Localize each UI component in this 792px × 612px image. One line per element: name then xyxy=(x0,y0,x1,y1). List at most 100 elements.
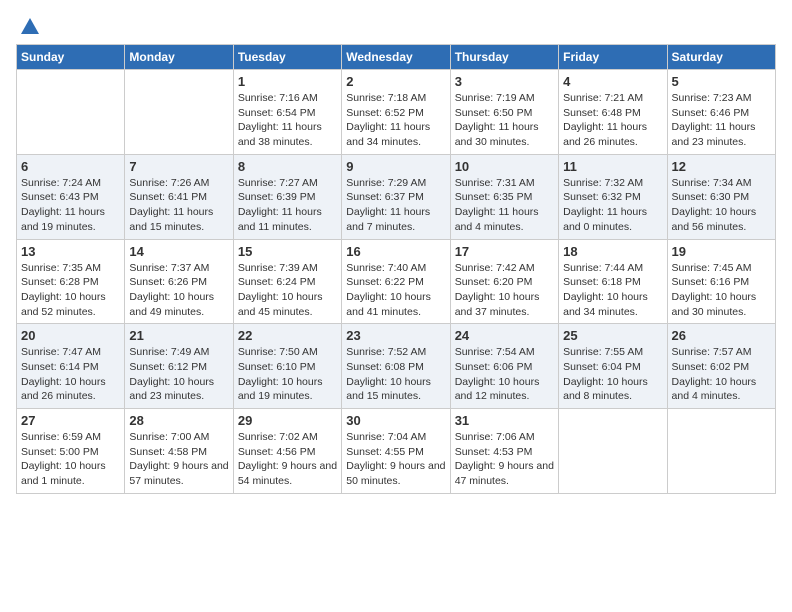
calendar-cell: 1 Sunrise: 7:16 AMSunset: 6:54 PMDaylight… xyxy=(233,70,341,155)
day-number: 28 xyxy=(129,413,228,428)
calendar-cell: 27 Sunrise: 6:59 AMSunset: 5:00 PMDayligh… xyxy=(17,409,125,494)
day-info: Sunrise: 7:27 AMSunset: 6:39 PMDaylight:… xyxy=(238,176,337,235)
day-info: Sunrise: 7:18 AMSunset: 6:52 PMDaylight:… xyxy=(346,91,445,150)
day-info: Sunrise: 7:52 AMSunset: 6:08 PMDaylight:… xyxy=(346,345,445,404)
day-number: 4 xyxy=(563,74,662,89)
day-number: 6 xyxy=(21,159,120,174)
day-info: Sunrise: 7:42 AMSunset: 6:20 PMDaylight:… xyxy=(455,261,554,320)
day-number: 27 xyxy=(21,413,120,428)
calendar-cell: 26 Sunrise: 7:57 AMSunset: 6:02 PMDayligh… xyxy=(667,324,775,409)
day-number: 15 xyxy=(238,244,337,259)
day-info: Sunrise: 7:47 AMSunset: 6:14 PMDaylight:… xyxy=(21,345,120,404)
calendar-cell: 20 Sunrise: 7:47 AMSunset: 6:14 PMDayligh… xyxy=(17,324,125,409)
day-info: Sunrise: 7:39 AMSunset: 6:24 PMDaylight:… xyxy=(238,261,337,320)
calendar-cell xyxy=(667,409,775,494)
day-info: Sunrise: 7:54 AMSunset: 6:06 PMDaylight:… xyxy=(455,345,554,404)
day-info: Sunrise: 7:55 AMSunset: 6:04 PMDaylight:… xyxy=(563,345,662,404)
calendar-cell xyxy=(125,70,233,155)
calendar-cell: 18Sunrise: 7:44 AMSunset: 6:18 PMDayligh… xyxy=(559,239,667,324)
weekday-header: Sunday xyxy=(17,45,125,70)
weekday-header: Friday xyxy=(559,45,667,70)
day-number: 8 xyxy=(238,159,337,174)
day-info: Sunrise: 7:06 AMSunset: 4:53 PMDaylight:… xyxy=(455,430,554,489)
day-number: 17 xyxy=(455,244,554,259)
weekday-header: Monday xyxy=(125,45,233,70)
calendar-cell: 29 Sunrise: 7:02 AMSunset: 4:56 PMDayligh… xyxy=(233,409,341,494)
calendar-header-row: SundayMondayTuesdayWednesdayThursdayFrid… xyxy=(17,45,776,70)
calendar-cell: 28 Sunrise: 7:00 AMSunset: 4:58 PMDayligh… xyxy=(125,409,233,494)
day-number: 25 xyxy=(563,328,662,343)
calendar-week-row: 27 Sunrise: 6:59 AMSunset: 5:00 PMDayligh… xyxy=(17,409,776,494)
day-info: Sunrise: 7:26 AMSunset: 6:41 PMDaylight:… xyxy=(129,176,228,235)
calendar-cell: 24 Sunrise: 7:54 AMSunset: 6:06 PMDayligh… xyxy=(450,324,558,409)
day-number: 24 xyxy=(455,328,554,343)
day-number: 12 xyxy=(672,159,771,174)
calendar-cell: 8 Sunrise: 7:27 AMSunset: 6:39 PMDaylight… xyxy=(233,154,341,239)
logo xyxy=(16,16,42,34)
calendar-cell: 5 Sunrise: 7:23 AMSunset: 6:46 PMDaylight… xyxy=(667,70,775,155)
day-info: Sunrise: 7:34 AMSunset: 6:30 PMDaylight:… xyxy=(672,176,771,235)
day-info: Sunrise: 7:32 AMSunset: 6:32 PMDaylight:… xyxy=(563,176,662,235)
calendar-cell: 21 Sunrise: 7:49 AMSunset: 6:12 PMDayligh… xyxy=(125,324,233,409)
day-info: Sunrise: 7:45 AMSunset: 6:16 PMDaylight:… xyxy=(672,261,771,320)
calendar-cell: 30 Sunrise: 7:04 AMSunset: 4:55 PMDayligh… xyxy=(342,409,450,494)
logo-icon xyxy=(19,16,41,38)
calendar-cell: 6Sunrise: 7:24 AMSunset: 6:43 PMDaylight… xyxy=(17,154,125,239)
day-number: 2 xyxy=(346,74,445,89)
calendar-week-row: 13 Sunrise: 7:35 AMSunset: 6:28 PMDayligh… xyxy=(17,239,776,324)
calendar-cell: 15 Sunrise: 7:39 AMSunset: 6:24 PMDayligh… xyxy=(233,239,341,324)
day-number: 3 xyxy=(455,74,554,89)
calendar-cell: 23 Sunrise: 7:52 AMSunset: 6:08 PMDayligh… xyxy=(342,324,450,409)
day-number: 11 xyxy=(563,159,662,174)
calendar-cell xyxy=(17,70,125,155)
day-info: Sunrise: 7:35 AMSunset: 6:28 PMDaylight:… xyxy=(21,261,120,320)
calendar-week-row: 6Sunrise: 7:24 AMSunset: 6:43 PMDaylight… xyxy=(17,154,776,239)
day-info: Sunrise: 7:19 AMSunset: 6:50 PMDaylight:… xyxy=(455,91,554,150)
day-info: Sunrise: 7:23 AMSunset: 6:46 PMDaylight:… xyxy=(672,91,771,150)
calendar-cell: 4Sunrise: 7:21 AMSunset: 6:48 PMDaylight… xyxy=(559,70,667,155)
calendar-cell: 11 Sunrise: 7:32 AMSunset: 6:32 PMDayligh… xyxy=(559,154,667,239)
day-number: 19 xyxy=(672,244,771,259)
day-info: Sunrise: 7:04 AMSunset: 4:55 PMDaylight:… xyxy=(346,430,445,489)
day-info: Sunrise: 7:02 AMSunset: 4:56 PMDaylight:… xyxy=(238,430,337,489)
calendar-cell: 16Sunrise: 7:40 AMSunset: 6:22 PMDayligh… xyxy=(342,239,450,324)
day-number: 5 xyxy=(672,74,771,89)
weekday-header: Thursday xyxy=(450,45,558,70)
day-number: 7 xyxy=(129,159,228,174)
calendar-cell xyxy=(559,409,667,494)
calendar-table: SundayMondayTuesdayWednesdayThursdayFrid… xyxy=(16,44,776,494)
day-info: Sunrise: 7:40 AMSunset: 6:22 PMDaylight:… xyxy=(346,261,445,320)
day-info: Sunrise: 7:57 AMSunset: 6:02 PMDaylight:… xyxy=(672,345,771,404)
day-number: 21 xyxy=(129,328,228,343)
day-info: Sunrise: 7:49 AMSunset: 6:12 PMDaylight:… xyxy=(129,345,228,404)
day-number: 18 xyxy=(563,244,662,259)
day-number: 13 xyxy=(21,244,120,259)
calendar-cell: 2 Sunrise: 7:18 AMSunset: 6:52 PMDaylight… xyxy=(342,70,450,155)
weekday-header: Wednesday xyxy=(342,45,450,70)
calendar-cell: 10Sunrise: 7:31 AMSunset: 6:35 PMDayligh… xyxy=(450,154,558,239)
day-info: Sunrise: 7:16 AMSunset: 6:54 PMDaylight:… xyxy=(238,91,337,150)
calendar-cell: 7 Sunrise: 7:26 AMSunset: 6:41 PMDaylight… xyxy=(125,154,233,239)
calendar-cell: 31Sunrise: 7:06 AMSunset: 4:53 PMDayligh… xyxy=(450,409,558,494)
day-number: 10 xyxy=(455,159,554,174)
weekday-header: Tuesday xyxy=(233,45,341,70)
calendar-cell: 22Sunrise: 7:50 AMSunset: 6:10 PMDayligh… xyxy=(233,324,341,409)
day-number: 30 xyxy=(346,413,445,428)
day-number: 23 xyxy=(346,328,445,343)
day-number: 29 xyxy=(238,413,337,428)
calendar-week-row: 1 Sunrise: 7:16 AMSunset: 6:54 PMDaylight… xyxy=(17,70,776,155)
day-info: Sunrise: 7:37 AMSunset: 6:26 PMDaylight:… xyxy=(129,261,228,320)
day-info: Sunrise: 7:00 AMSunset: 4:58 PMDaylight:… xyxy=(129,430,228,489)
calendar-cell: 14 Sunrise: 7:37 AMSunset: 6:26 PMDayligh… xyxy=(125,239,233,324)
day-number: 26 xyxy=(672,328,771,343)
day-number: 1 xyxy=(238,74,337,89)
page-header xyxy=(16,16,776,34)
calendar-cell: 25 Sunrise: 7:55 AMSunset: 6:04 PMDayligh… xyxy=(559,324,667,409)
calendar-cell: 17 Sunrise: 7:42 AMSunset: 6:20 PMDayligh… xyxy=(450,239,558,324)
calendar-cell: 3 Sunrise: 7:19 AMSunset: 6:50 PMDaylight… xyxy=(450,70,558,155)
weekday-header: Saturday xyxy=(667,45,775,70)
day-number: 20 xyxy=(21,328,120,343)
day-number: 14 xyxy=(129,244,228,259)
day-info: Sunrise: 6:59 AMSunset: 5:00 PMDaylight:… xyxy=(21,430,120,489)
calendar-week-row: 20 Sunrise: 7:47 AMSunset: 6:14 PMDayligh… xyxy=(17,324,776,409)
